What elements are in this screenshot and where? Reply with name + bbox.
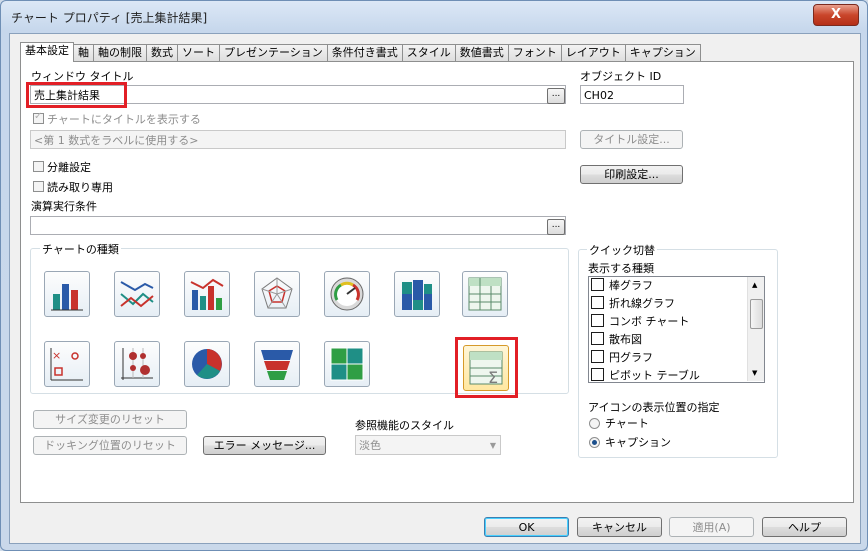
reference-style-select[interactable]: 淡色 ▼: [355, 435, 501, 455]
list-item-checkbox[interactable]: [591, 332, 604, 345]
radar-chart-button[interactable]: [254, 271, 300, 317]
mekko-chart-icon: [402, 280, 432, 310]
radio-chart[interactable]: [589, 418, 600, 429]
bar-chart-icon: [51, 284, 83, 311]
scatter-chart-icon: ×: [50, 348, 83, 381]
window-title: チャート プロパティ [売上集計結果]: [11, 11, 208, 25]
funnel-chart-icon: [261, 350, 293, 380]
tab-axis[interactable]: 軸: [73, 44, 94, 61]
error-messages-button[interactable]: エラー メッセージ...: [203, 436, 326, 455]
tab-panel: ウィンドウ タイトル 売上集計結果 ... オブジェクト ID CH02 チャー…: [20, 61, 854, 503]
pie-chart-icon: [192, 349, 222, 379]
line-chart-button[interactable]: [114, 271, 160, 317]
list-item-checkbox[interactable]: [591, 368, 604, 381]
show-title-label: チャートにタイトルを表示する: [47, 113, 201, 126]
block-chart-button[interactable]: [324, 341, 370, 387]
read-only-checkbox[interactable]: [33, 181, 44, 192]
title-settings-button[interactable]: タイトル設定...: [580, 130, 683, 149]
list-item-checkbox[interactable]: [591, 296, 604, 309]
svg-text:×: ×: [52, 349, 61, 362]
bar-chart-button[interactable]: [44, 271, 90, 317]
pie-chart-button[interactable]: [184, 341, 230, 387]
title-text-field[interactable]: <第 1 数式をラベルに使用する>: [30, 130, 566, 149]
radio-caption[interactable]: [589, 437, 600, 448]
help-button[interactable]: ヘルプ: [762, 517, 847, 537]
tab-basic-settings[interactable]: 基本設定: [20, 42, 74, 62]
apply-button[interactable]: 適用(A): [669, 517, 754, 537]
block-chart-icon: [330, 347, 364, 381]
tab-presentation[interactable]: プレゼンテーション: [219, 44, 328, 61]
icon-position-label: アイコンの表示位置の指定: [588, 401, 720, 414]
list-item-checkbox[interactable]: [591, 350, 604, 363]
close-button[interactable]: X: [813, 4, 859, 26]
highlight-box-straight-table: [455, 337, 518, 398]
tab-sort[interactable]: ソート: [177, 44, 220, 61]
tab-style[interactable]: スタイル: [401, 44, 456, 61]
reference-style-label: 参照機能のスタイル: [355, 419, 454, 432]
tab-caption[interactable]: キャプション: [624, 44, 701, 61]
grid-table-button[interactable]: [462, 271, 508, 317]
tab-layout[interactable]: レイアウト: [560, 44, 626, 61]
dialog-window: チャート プロパティ [売上集計結果] X 基本設定 軸 軸の制限 数式 ソート…: [0, 0, 868, 551]
combo-chart-button[interactable]: [184, 271, 230, 317]
gauge-chart-icon: [330, 277, 364, 311]
tab-number-format[interactable]: 数値書式: [454, 44, 509, 61]
reference-style-value: 淡色: [359, 439, 381, 452]
chart-types-label: チャートの種類: [40, 241, 121, 257]
detach-checkbox[interactable]: [33, 161, 44, 172]
list-item-checkbox[interactable]: [591, 314, 604, 327]
resize-reset-button[interactable]: サイズ変更のリセット: [33, 410, 187, 429]
tab-strip: 基本設定 軸 軸の制限 数式 ソート プレゼンテーション 条件付き書式 スタイル…: [20, 42, 701, 62]
calc-condition-browse-button[interactable]: ...: [547, 219, 565, 235]
docking-reset-button[interactable]: ドッキング位置のリセット: [33, 436, 187, 455]
tab-conditional-format[interactable]: 条件付き書式: [326, 44, 403, 61]
chart-types-listbox[interactable]: 棒グラフ 折れ線グラフ コンボ チャート 散布図 円グラフ ピボット テーブル …: [588, 276, 765, 383]
list-item[interactable]: 散布図: [591, 331, 642, 349]
calc-condition-field[interactable]: [30, 216, 566, 235]
list-item[interactable]: コンボ チャート: [591, 313, 689, 331]
title-bar[interactable]: チャート プロパティ [売上集計結果] X: [1, 1, 867, 33]
grid-chart-icon: [121, 348, 153, 380]
detach-label: 分離設定: [47, 161, 91, 174]
list-item[interactable]: ピボット テーブル: [591, 367, 700, 382]
funnel-chart-button[interactable]: [254, 341, 300, 387]
types-to-show-label: 表示する種類: [588, 262, 654, 275]
print-settings-button[interactable]: 印刷設定...: [580, 165, 683, 184]
tab-axis-limits[interactable]: 軸の制限: [93, 44, 147, 61]
pivot-table-icon: [468, 277, 502, 311]
show-title-checkbox[interactable]: [33, 111, 44, 124]
gauge-chart-button[interactable]: [324, 271, 370, 317]
radio-chart-label: チャート: [605, 417, 649, 430]
line-chart-icon: [120, 281, 154, 308]
scatter-chart-button[interactable]: ×: [44, 341, 90, 387]
ok-button[interactable]: OK: [484, 517, 569, 537]
quick-switch-label: クイック切替: [587, 242, 657, 258]
tab-font[interactable]: フォント: [507, 44, 562, 61]
list-item[interactable]: 折れ線グラフ: [591, 295, 675, 313]
mekko-chart-button[interactable]: [394, 271, 440, 317]
highlight-box-title: [26, 82, 127, 108]
cancel-button[interactable]: キャンセル: [577, 517, 662, 537]
dialog-body: 基本設定 軸 軸の制限 数式 ソート プレゼンテーション 条件付き書式 スタイル…: [9, 33, 861, 544]
scroll-thumb[interactable]: [750, 299, 763, 329]
combo-chart-icon: [190, 278, 224, 310]
list-item[interactable]: 円グラフ: [591, 349, 653, 367]
radio-caption-label: キャプション: [605, 436, 671, 449]
list-item[interactable]: 棒グラフ: [591, 277, 653, 295]
listbox-scrollbar[interactable]: ▲ ▼: [747, 277, 764, 381]
chevron-down-icon: ▼: [489, 441, 496, 450]
object-id-field[interactable]: CH02: [580, 85, 684, 104]
calc-condition-label: 演算実行条件: [31, 200, 97, 213]
scroll-up-icon[interactable]: ▲: [752, 281, 757, 289]
tab-expressions[interactable]: 数式: [146, 44, 178, 61]
window-title-browse-button[interactable]: ...: [547, 88, 565, 104]
object-id-label: オブジェクト ID: [580, 70, 662, 83]
read-only-label: 読み取り専用: [47, 181, 113, 194]
radar-chart-icon: [261, 277, 293, 309]
grid-chart-button[interactable]: [114, 341, 160, 387]
scroll-down-icon[interactable]: ▼: [752, 369, 757, 377]
list-item-checkbox[interactable]: [591, 278, 604, 291]
